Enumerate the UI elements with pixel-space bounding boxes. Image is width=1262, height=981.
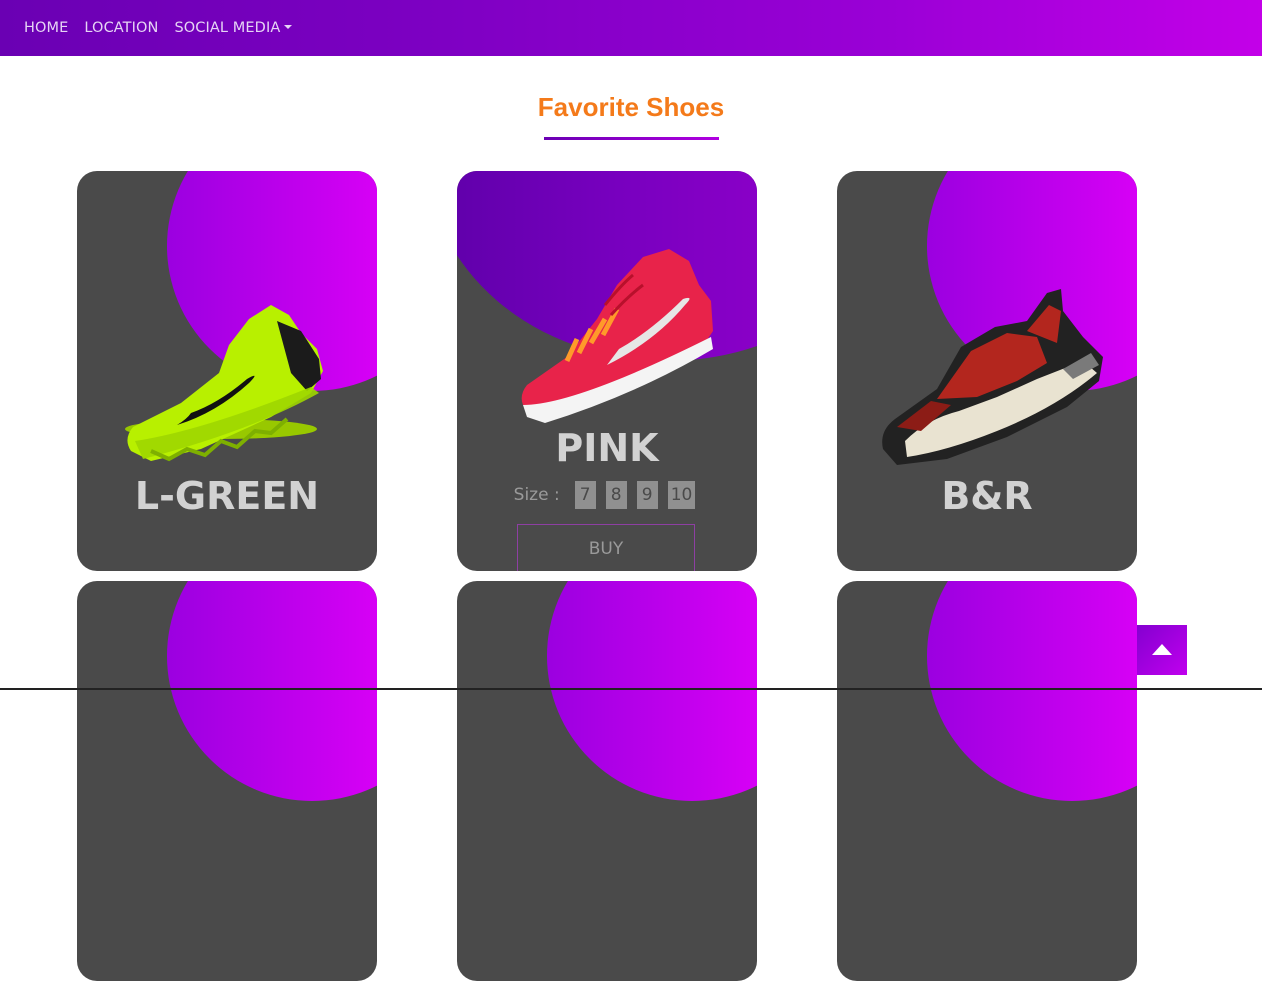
card-circle-decoration [167,581,377,801]
shoe-card-pink[interactable]: PINK Size : 7 8 9 10 BUY [457,171,757,571]
shoe-image [121,301,331,475]
size-option-8[interactable]: 8 [605,481,627,509]
shoe-card-title: B&R [941,474,1033,518]
shoe-image [515,245,720,429]
top-navbar: HOME LOCATION SOCIAL MEDIA [0,0,1262,56]
buy-button[interactable]: BUY [517,524,695,571]
card-circle-decoration [927,581,1137,801]
size-selector: Size : 7 8 9 10 [457,481,757,509]
shoe-card[interactable] [77,581,377,981]
title-underline [544,137,719,140]
arrow-up-icon [1152,644,1172,655]
size-option-7[interactable]: 7 [574,481,596,509]
shoe-card-title: PINK [555,426,659,470]
size-label: Size : [513,485,560,505]
shoe-card-title: L-GREEN [134,474,320,518]
nav-social-media-dropdown[interactable]: SOCIAL MEDIA [174,20,293,36]
nav-social-media-label: SOCIAL MEDIA [174,20,281,36]
page-title: Favorite Shoes [537,92,725,122]
nav-home-link[interactable]: HOME [24,20,68,36]
size-option-9[interactable]: 9 [636,481,658,509]
shoe-card-l-green[interactable]: L-GREEN [77,171,377,571]
size-option-10[interactable]: 10 [667,481,696,509]
shoe-card[interactable] [837,581,1137,981]
shoe-card[interactable] [457,581,757,981]
shoe-card-b-and-r[interactable]: B&R [837,171,1137,571]
card-circle-decoration [547,581,757,801]
shoe-image [877,281,1107,475]
scroll-to-top-button[interactable] [1137,625,1187,675]
caret-down-icon [284,25,293,29]
nav-location-link[interactable]: LOCATION [84,20,158,36]
